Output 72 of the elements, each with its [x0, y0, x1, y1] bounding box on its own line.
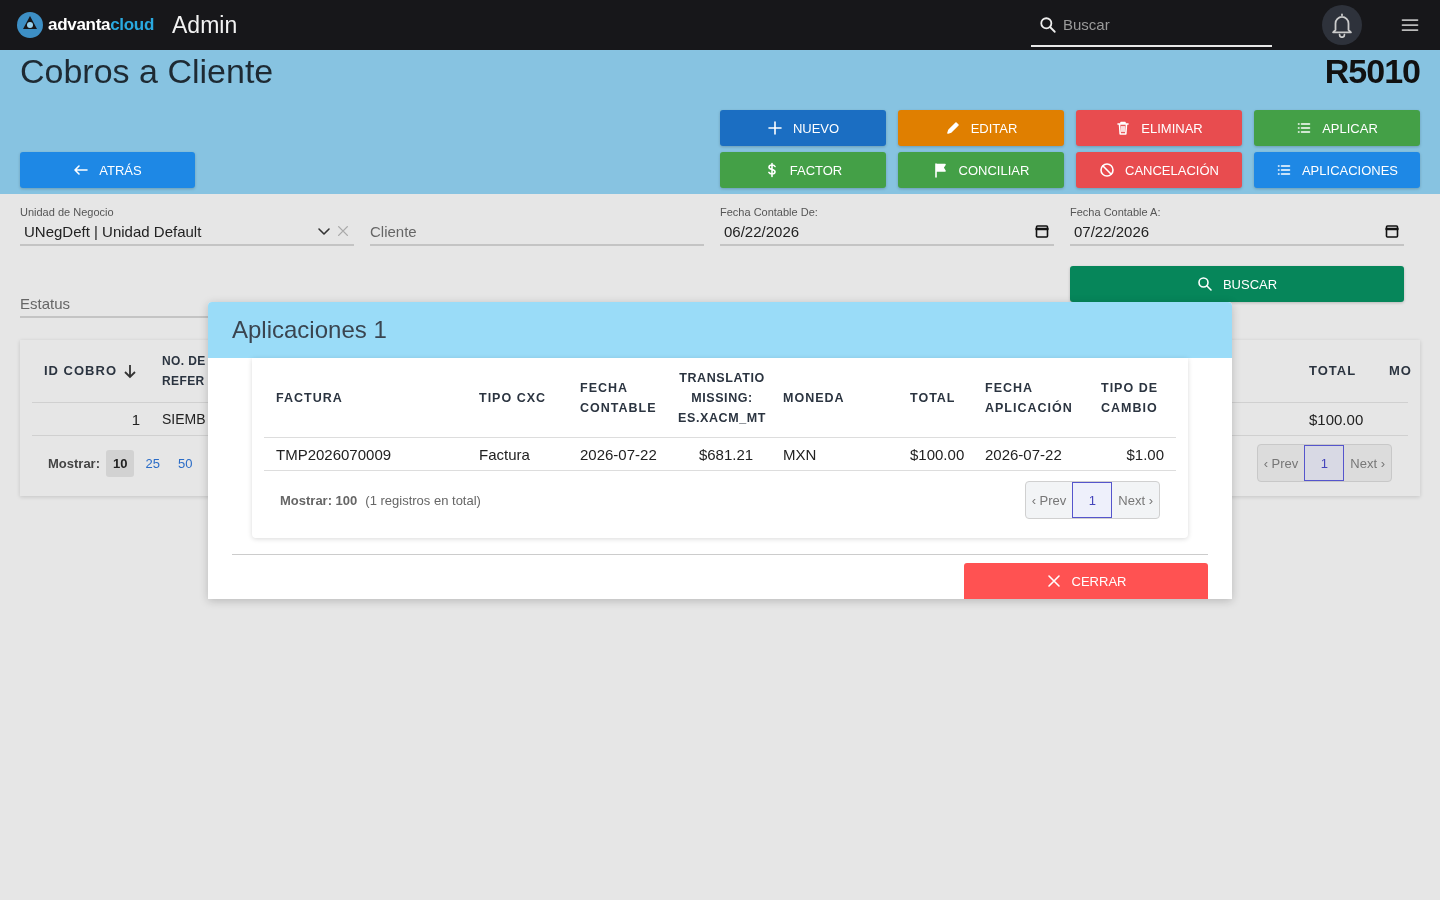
list-icon	[1296, 120, 1313, 136]
page-title: Cobros a Cliente	[20, 52, 275, 91]
next-button[interactable]: Next ›	[1112, 482, 1159, 518]
search-icon	[1196, 276, 1213, 292]
trash-icon	[1115, 120, 1132, 136]
date-field[interactable]: Fecha Contable A: 07/22/2026	[1070, 202, 1404, 246]
page-size-text: Mostrar: 100	[280, 492, 358, 508]
back-button[interactable]: ATRÁS	[20, 152, 195, 188]
clear-icon	[336, 224, 350, 238]
table-cell: 2026-07-22	[580, 445, 657, 463]
column-header: TIPO CXC	[479, 389, 547, 407]
flag-icon	[932, 162, 949, 178]
action-button[interactable]: FACTOR	[720, 152, 886, 188]
action-button[interactable]: CONCILIAR	[898, 152, 1064, 188]
table-cell: 1	[131, 410, 140, 428]
prev-button[interactable]: ‹ Prev	[1257, 445, 1305, 481]
action-button[interactable]: CANCELACIÓN	[1076, 152, 1242, 188]
next-button[interactable]: Next ›	[1344, 445, 1391, 481]
pencil-icon	[944, 120, 961, 136]
search-button[interactable]: BUSCAR	[1070, 266, 1404, 302]
sort-arrow-icon[interactable]	[123, 363, 137, 379]
calendar-icon	[1384, 223, 1400, 239]
column-header: MONEDA	[783, 389, 845, 407]
column-header: FECHA CONTABLE	[580, 379, 658, 417]
table-cell: TMP2026070009	[276, 445, 392, 463]
brand-logo: advantacloud	[48, 15, 154, 35]
column-header: FECHA APLICACIÓN	[985, 379, 1074, 417]
report-code: R5010	[1324, 52, 1420, 92]
bell-icon	[1329, 12, 1355, 38]
table-cell: Factura	[479, 445, 530, 463]
column-header: TOTAL	[910, 389, 956, 407]
prev-button[interactable]: ‹ Prev	[1025, 482, 1073, 518]
list-icon	[1275, 162, 1292, 178]
page-size-label: Mostrar:	[48, 455, 100, 471]
action-button[interactable]: APLICACIONES	[1254, 152, 1420, 188]
page-button[interactable]: 1	[1072, 482, 1113, 518]
search-icon	[1039, 16, 1057, 34]
page-size-option[interactable]: 25	[138, 449, 167, 477]
column-header: TRANSLATIO MISSING: ES.XACM_MT	[677, 369, 767, 427]
search-field[interactable]: Buscar	[1031, 3, 1272, 47]
date-field[interactable]: Fecha Contable De: 06/22/2026	[720, 202, 1054, 246]
table-cell: $1.00	[1126, 445, 1164, 463]
logo-icon	[16, 11, 44, 39]
arrow-left-icon	[73, 162, 90, 178]
modal-title: Aplicaciones 1	[232, 316, 387, 344]
column-header: FACTURA	[276, 389, 343, 407]
table-cell: 2026-07-22	[985, 445, 1062, 463]
calendar-icon	[1034, 223, 1050, 239]
table-cell: $681.21	[698, 445, 754, 463]
action-button[interactable]: ELIMINAR	[1076, 110, 1242, 146]
table-cell: $100.00	[1309, 410, 1364, 428]
table-cell: SIEMB	[162, 411, 206, 427]
input-field[interactable]: Cliente	[370, 202, 704, 246]
page-button[interactable]: 1	[1304, 445, 1345, 481]
close-button[interactable]: CERRAR	[964, 563, 1208, 599]
column-header[interactable]: TOTAL	[1297, 340, 1377, 403]
action-button[interactable]: EDITAR	[898, 110, 1064, 146]
table-cell: MXN	[783, 445, 817, 463]
column-header: TIPO DE CAMBIO	[1101, 379, 1159, 417]
column-header[interactable]: ID COBRO	[32, 340, 150, 403]
select-field[interactable]: Unidad de Negocio UNegDeft | Unidad Default	[20, 202, 354, 246]
action-button[interactable]: NUEVO	[720, 110, 886, 146]
page-size-option[interactable]: 50	[170, 449, 200, 477]
record-count: (1 registros en total)	[365, 492, 481, 508]
ban-icon	[1099, 162, 1116, 178]
table-cell: $100.00	[910, 445, 965, 463]
action-button[interactable]: APLICAR	[1254, 110, 1420, 146]
app-title: Admin	[172, 11, 238, 39]
plus-icon	[766, 120, 783, 136]
notifications-button[interactable]	[1322, 5, 1362, 45]
page-size-option[interactable]: 10	[106, 449, 135, 477]
close-icon	[1045, 573, 1062, 589]
